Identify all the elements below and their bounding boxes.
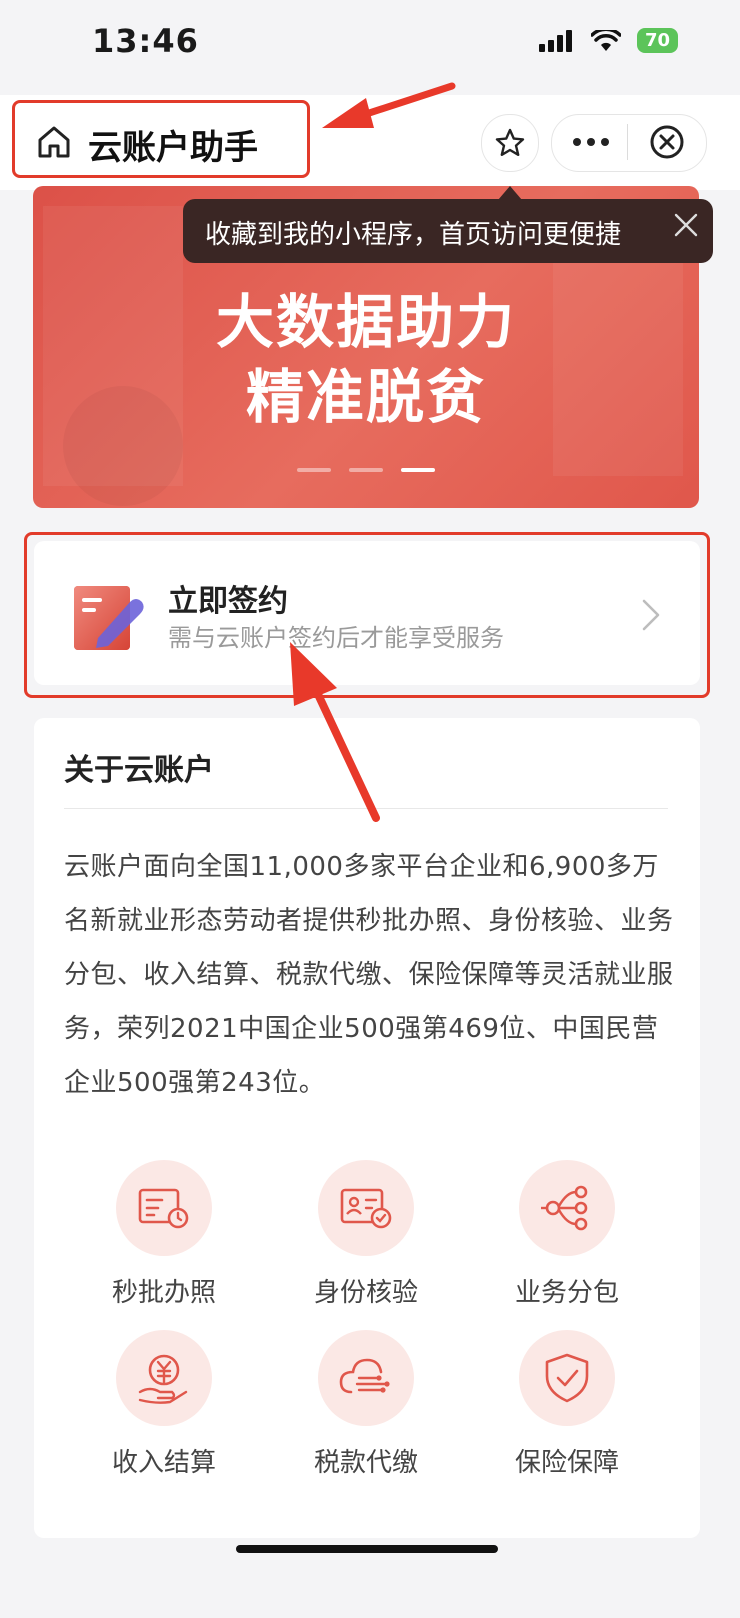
page-title: 云账户助手 bbox=[88, 128, 258, 168]
service-label: 秒批办照 bbox=[111, 1278, 216, 1308]
license-icon bbox=[116, 1160, 212, 1256]
tooltip-arrow bbox=[498, 186, 522, 200]
carousel-dot-3[interactable] bbox=[401, 468, 435, 472]
cloud-tax-icon bbox=[318, 1330, 414, 1426]
star-icon bbox=[495, 128, 525, 156]
service-label: 保险保障 bbox=[514, 1448, 619, 1478]
service-item-subcontract[interactable]: 业务分包 bbox=[467, 1160, 667, 1309]
favorite-button[interactable] bbox=[481, 114, 539, 172]
banner-headline-1: 大数据助力 bbox=[215, 288, 516, 356]
service-item-settlement[interactable]: 收入结算 bbox=[64, 1330, 264, 1479]
branch-icon bbox=[519, 1160, 615, 1256]
banner-headline-2: 精准脱贫 bbox=[245, 363, 486, 431]
signal-icon bbox=[538, 29, 572, 52]
shield-check-icon bbox=[519, 1330, 615, 1426]
tooltip-close-icon[interactable] bbox=[673, 212, 699, 238]
about-title: 关于云账户 bbox=[64, 753, 214, 788]
tooltip-text: 收藏到我的小程序，首页访问更便捷 bbox=[205, 220, 622, 250]
more-dots-icon bbox=[573, 138, 609, 146]
sign-subtitle: 需与云账户签约后才能享受服务 bbox=[168, 624, 504, 652]
service-item-id-verify[interactable]: 身份核验 bbox=[266, 1160, 466, 1309]
service-label: 收入结算 bbox=[111, 1448, 216, 1478]
home-icon[interactable] bbox=[36, 124, 72, 160]
contract-sign-icon bbox=[74, 586, 144, 650]
carousel-dot-2[interactable] bbox=[349, 468, 383, 472]
yuan-hand-icon bbox=[116, 1330, 212, 1426]
close-button[interactable] bbox=[637, 118, 697, 166]
sign-title: 立即签约 bbox=[168, 584, 288, 619]
about-description: 云账户面向全国11,000多家平台企业和6,900多万名新就业形态劳动者提供秒批… bbox=[64, 852, 674, 1098]
service-item-tax[interactable]: 税款代缴 bbox=[266, 1330, 466, 1479]
service-label: 身份核验 bbox=[313, 1278, 418, 1308]
service-item-insurance[interactable]: 保险保障 bbox=[467, 1330, 667, 1479]
service-item-license[interactable]: 秒批办照 bbox=[64, 1160, 264, 1309]
chevron-right-icon bbox=[642, 599, 660, 631]
carousel-dot-1[interactable] bbox=[297, 468, 331, 472]
capsule-divider bbox=[627, 124, 628, 160]
more-button[interactable] bbox=[561, 118, 621, 166]
status-time: 13:46 bbox=[92, 22, 199, 60]
status-icons: 70 bbox=[538, 28, 678, 53]
battery-indicator: 70 bbox=[636, 28, 678, 53]
close-circle-icon bbox=[650, 125, 684, 159]
wifi-icon bbox=[590, 29, 621, 51]
id-verify-icon bbox=[318, 1160, 414, 1256]
service-label: 业务分包 bbox=[514, 1278, 619, 1308]
home-indicator bbox=[236, 1545, 498, 1553]
about-divider bbox=[64, 808, 668, 809]
service-label: 税款代缴 bbox=[313, 1448, 418, 1478]
